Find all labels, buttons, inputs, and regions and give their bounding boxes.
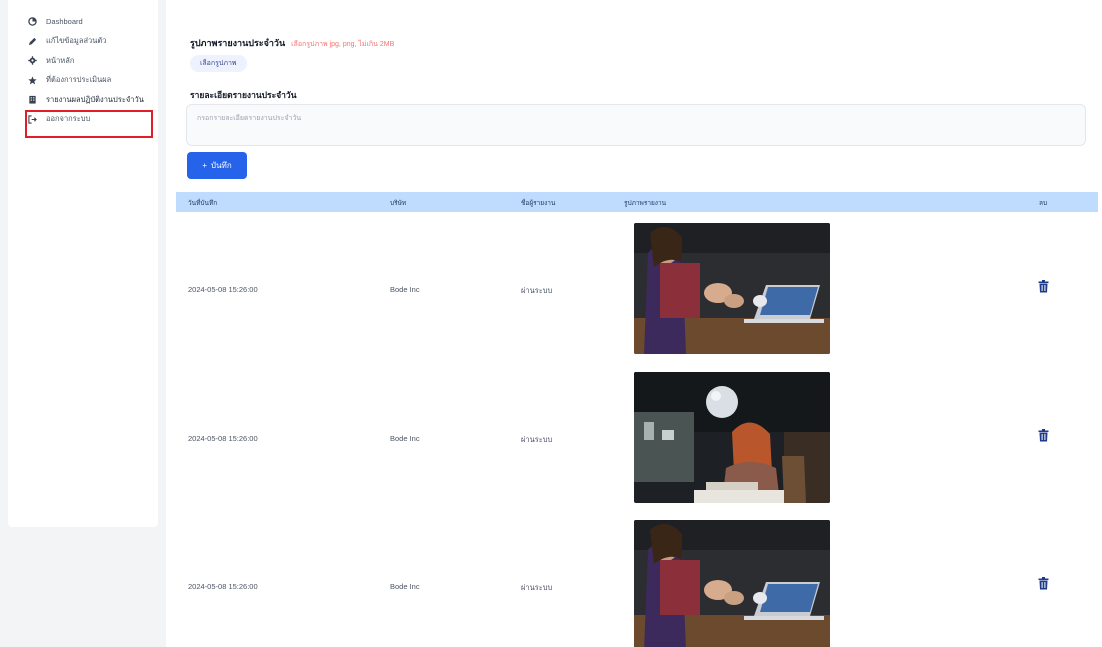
delete-button[interactable]	[1038, 428, 1050, 442]
save-button[interactable]: + บันทึก	[187, 152, 247, 179]
star-icon	[26, 76, 38, 85]
sidebar-item-evaluation[interactable]: ที่ต้องการประเมินผล	[8, 71, 158, 91]
table-row: 2024-05-08 15:26:00 Bode Inc ผ่านระบบ	[176, 221, 1098, 361]
row-date: 2024-05-08 15:26:00	[188, 434, 258, 443]
row-status: ผ่านระบบ	[521, 435, 553, 444]
row-company: Bode Inc	[390, 285, 420, 294]
trash-icon	[1038, 576, 1049, 589]
logout-icon	[26, 115, 38, 124]
delete-button[interactable]	[1038, 279, 1050, 293]
table-row: 2024-05-08 15:26:00 Bode Inc ผ่านระบบ	[176, 370, 1098, 510]
upload-label-text: รูปภาพรายงานประจำวัน	[190, 38, 286, 48]
col-header-image: รูปภาพรายงาน	[624, 200, 667, 207]
sidebar: Dashboard แก้ไขข้อมูลส่วนตัว หน้าหลัก ที…	[8, 0, 158, 527]
row-date: 2024-05-08 15:26:00	[188, 285, 258, 294]
sidebar-item-label: ที่ต้องการประเมินผล	[46, 75, 112, 85]
row-date: 2024-05-08 15:26:00	[188, 582, 258, 591]
dashboard-icon	[26, 17, 38, 26]
row-company: Bode Inc	[390, 582, 420, 591]
sidebar-item-dashboard[interactable]: Dashboard	[8, 12, 158, 32]
table-row: 2024-05-08 15:26:00 Bode Inc ผ่านระบบ	[176, 518, 1098, 647]
col-header-company: บริษัท	[390, 200, 407, 207]
sidebar-item-label: ออกจากระบบ	[46, 114, 91, 124]
plus-icon: +	[202, 161, 207, 170]
sidebar-item-edit-profile[interactable]: แก้ไขข้อมูลส่วนตัว	[8, 32, 158, 52]
sidebar-item-label: รายงานผลปฏิบัติงานประจำวัน	[46, 94, 144, 104]
table-header: วันที่บันทึก บริษัท ชื่อผู้รายงาน รูปภาพ…	[176, 192, 1098, 212]
row-company: Bode Inc	[390, 434, 420, 443]
row-status: ผ่านระบบ	[521, 286, 553, 295]
sidebar-item-home[interactable]: หน้าหลัก	[8, 51, 158, 71]
row-status: ผ่านระบบ	[521, 583, 553, 592]
building-icon	[26, 95, 38, 104]
pencil-icon	[26, 37, 38, 46]
delete-button[interactable]	[1038, 576, 1050, 590]
upload-hint: เลือกรูปภาพ jpg, png, ไม่เกิน 2MB	[291, 41, 395, 48]
choose-file-button[interactable]: เลือกรูปภาพ	[190, 55, 247, 72]
report-image[interactable]	[634, 372, 830, 503]
description-textarea[interactable]	[186, 104, 1086, 146]
report-image[interactable]	[634, 520, 830, 647]
gear-icon	[26, 56, 38, 65]
col-header-reporter: ชื่อผู้รายงาน	[521, 200, 556, 207]
sidebar-item-logout[interactable]: ออกจากระบบ	[8, 110, 158, 130]
main-panel: รูปภาพรายงานประจำวัน เลือกรูปภาพ jpg, png…	[166, 0, 1102, 647]
trash-icon	[1038, 428, 1049, 441]
sidebar-item-daily-report[interactable]: รายงานผลปฏิบัติงานประจำวัน	[8, 90, 158, 110]
sidebar-item-label: Dashboard	[46, 17, 83, 27]
upload-label: รูปภาพรายงานประจำวัน เลือกรูปภาพ jpg, png…	[190, 36, 394, 50]
col-header-delete: ลบ	[1039, 200, 1048, 207]
trash-icon	[1038, 279, 1049, 292]
sidebar-item-label: แก้ไขข้อมูลส่วนตัว	[46, 36, 107, 46]
col-header-date: วันที่บันทึก	[188, 200, 218, 207]
description-label: รายละเอียดรายงานประจำวัน	[190, 90, 297, 100]
sidebar-item-label: หน้าหลัก	[46, 55, 75, 65]
report-image[interactable]	[634, 223, 830, 354]
save-label: บันทึก	[211, 161, 232, 170]
